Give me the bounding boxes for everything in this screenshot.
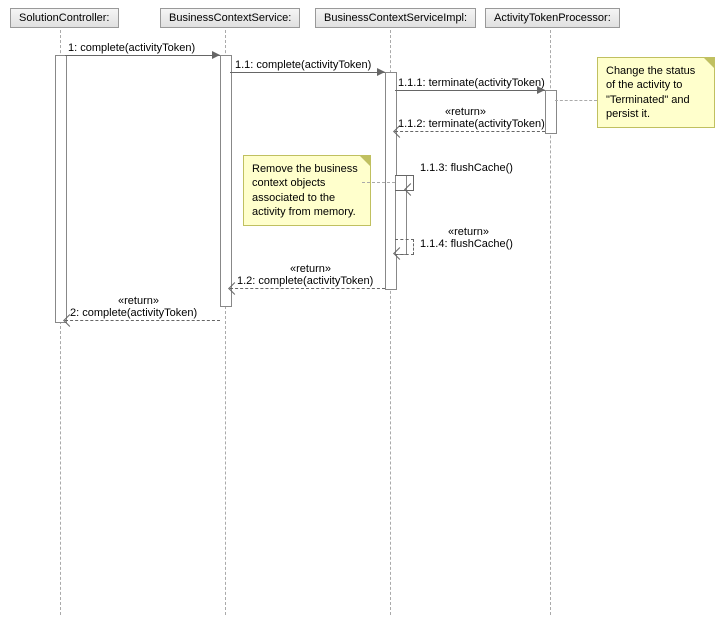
lifeline-head: SolutionController: (10, 8, 119, 28)
activation (55, 55, 67, 323)
note: Change the status of the activity to "Te… (597, 57, 715, 128)
message-label: 1.1.4: flushCache() (420, 238, 513, 250)
message-label: 1.1.1: terminate(activityToken) (398, 77, 545, 89)
note: Remove the business context objects asso… (243, 155, 371, 226)
activation (545, 90, 557, 134)
return-message (230, 288, 385, 289)
lifeline-head: BusinessContextService: (160, 8, 300, 28)
message-label: «return» (290, 263, 331, 275)
message-label: 1.1: complete(activityToken) (235, 59, 371, 71)
message-label: 1: complete(activityToken) (68, 42, 195, 54)
note-anchor (555, 100, 597, 101)
message-label: 1.2: complete(activityToken) (237, 275, 373, 287)
note-text: Remove the business context objects asso… (252, 163, 358, 218)
message (65, 55, 220, 56)
arrow-icon (537, 86, 545, 94)
message-label: 1.1.2: terminate(activityToken) (398, 118, 545, 130)
lifeline-head: ActivityTokenProcessor: (485, 8, 620, 28)
return-message (395, 131, 545, 132)
arrow-icon (377, 68, 385, 76)
message (395, 90, 545, 91)
note-text: Change the status of the activity to "Te… (606, 65, 695, 120)
message-label: 1.1.3: flushCache() (420, 162, 513, 174)
activation (220, 55, 232, 307)
return-message (65, 320, 220, 321)
arrow-icon (212, 51, 220, 59)
message-label: «return» (445, 106, 486, 118)
message-label: «return» (118, 295, 159, 307)
note-anchor (362, 182, 395, 183)
message-label: «return» (448, 226, 489, 238)
lifeline-head: BusinessContextServiceImpl: (315, 8, 476, 28)
message-label: 2: complete(activityToken) (70, 307, 197, 319)
message (230, 72, 385, 73)
